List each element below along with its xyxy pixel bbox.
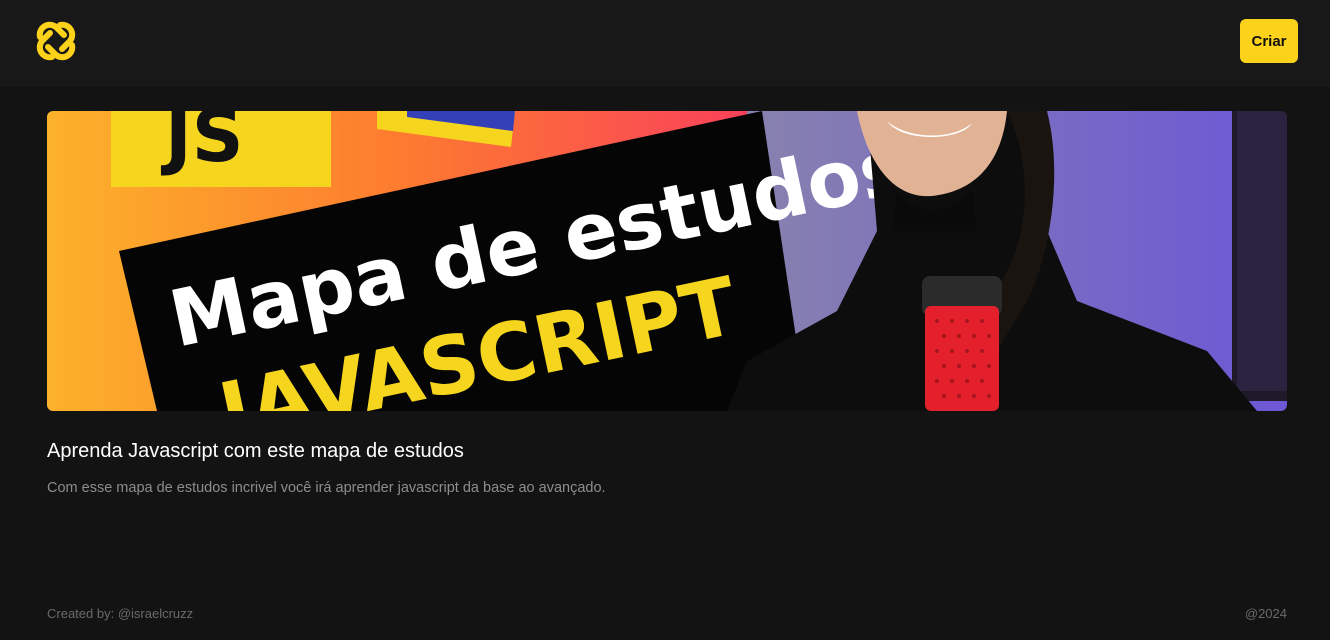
footer-year: @2024: [1244, 606, 1287, 621]
post-title[interactable]: Aprenda Javascript com este mapa de estu…: [47, 440, 464, 463]
create-button[interactable]: Criar: [1240, 19, 1298, 63]
knot-logo-icon[interactable]: [34, 19, 78, 63]
footer-credit: Created by: @israelcruzz: [47, 606, 194, 621]
js-badge-text: JS: [160, 111, 244, 178]
top-bar: Criar: [0, 0, 1330, 87]
post-description: Com esse mapa de estudos incrivel você i…: [47, 480, 606, 496]
post-thumbnail[interactable]: JS Mapa de estudos JAVASCRIPT: [47, 111, 1287, 411]
